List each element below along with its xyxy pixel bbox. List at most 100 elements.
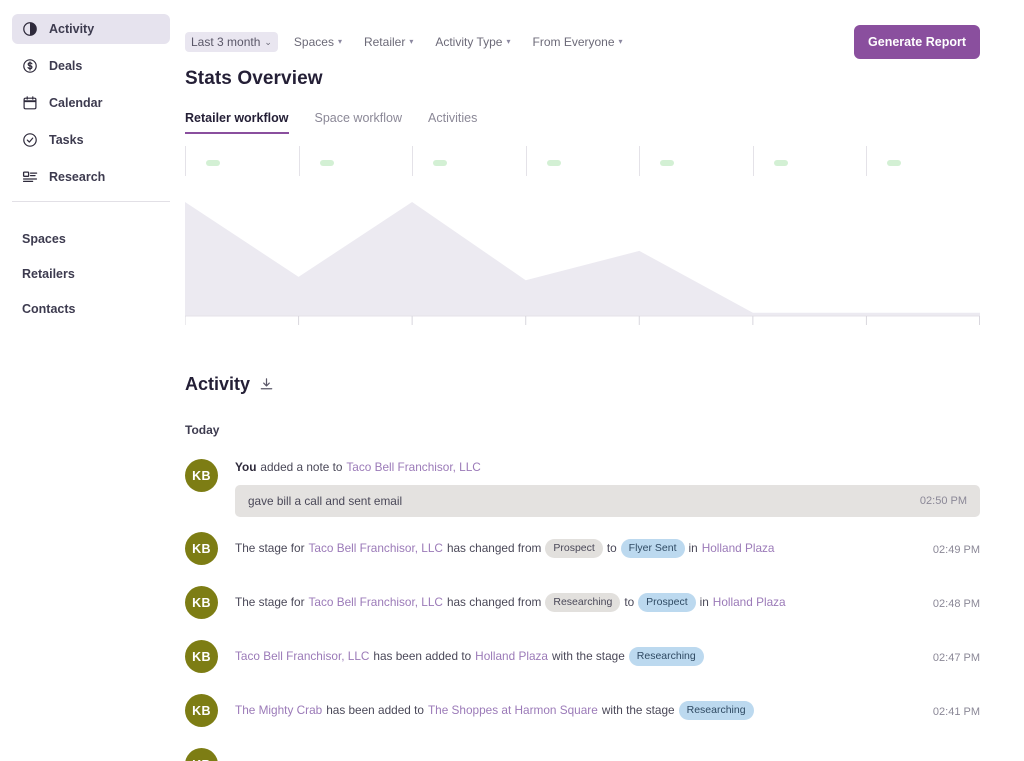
stats-panel	[185, 146, 980, 344]
stat-card	[299, 146, 413, 176]
stat-delta-badge	[887, 160, 901, 166]
activity-text: The stage forTaco Bell Franchisor, LLCha…	[235, 539, 900, 558]
filter-from-everyone[interactable]: From Everyone▾	[527, 32, 629, 52]
stage-pill-to: Flyer Sent	[621, 539, 685, 558]
stat-card	[639, 146, 753, 176]
avatar: KB	[185, 748, 218, 761]
stat-row	[767, 160, 867, 166]
sidebar-item-label: Retailers	[22, 267, 75, 281]
filter-label: Activity Type	[435, 35, 502, 49]
activity-timestamp: 02:47 PM	[917, 650, 980, 664]
activity-text-fragment: has changed from	[447, 594, 541, 612]
caret-down-icon: ▾	[338, 38, 342, 46]
activity-timestamp: 02:41 PM	[917, 704, 980, 718]
activity-pie-icon	[22, 21, 38, 37]
entity-link[interactable]: Holland Plaza	[702, 540, 775, 558]
primary-nav: Activity Deals Calendar Tasks Research	[0, 14, 182, 192]
stat-delta-badge	[206, 160, 220, 166]
activity-timestamp: 02:49 PM	[917, 542, 980, 556]
entity-link[interactable]: The Shoppes at Harmon Square	[428, 702, 598, 720]
activity-body: Youadded a note toTaco Bell Franchisor, …	[235, 459, 980, 517]
filter-label: Spaces	[294, 35, 334, 49]
note-box: gave bill a call and sent email02:50 PM	[235, 485, 980, 517]
activity-group-label: Today	[185, 423, 980, 437]
download-icon[interactable]	[259, 377, 274, 392]
sidebar-item-label: Research	[49, 170, 105, 184]
activity-row[interactable]: KB The Mighty Crabhas been added toThe Sh…	[185, 679, 980, 733]
entity-link[interactable]: Taco Bell Franchisor, LLC	[309, 594, 443, 612]
activity-row[interactable]: KBYouadded a note toTaco Bell Franchisor…	[185, 449, 980, 517]
activity-timestamp: 02:48 PM	[917, 596, 980, 610]
sidebar-item-activity[interactable]: Activity	[12, 14, 170, 44]
generate-report-button[interactable]: Generate Report	[854, 25, 980, 59]
activity-row[interactable]: KBThe stage forTaco Bell Franchisor, LLC…	[185, 517, 980, 571]
stat-delta-badge	[320, 160, 334, 166]
activity-text-fragment: The stage for	[235, 540, 305, 558]
entity-link[interactable]: Holland Plaza	[475, 648, 548, 666]
activity-text-fragment: added a note to	[260, 459, 342, 477]
activity-text-fragment: to	[624, 594, 634, 612]
entity-link[interactable]: Taco Bell Franchisor, LLC	[346, 459, 480, 477]
sidebar-item-label: Contacts	[22, 302, 75, 316]
sidebar-item-spaces[interactable]: Spaces	[12, 226, 170, 252]
activity-timestamp: 02:50 PM	[906, 495, 967, 507]
activity-row[interactable]: KBThe stage forTaco Bell Franchisor, LLC…	[185, 571, 980, 625]
filter-label: Retailer	[364, 35, 405, 49]
stat-row	[540, 160, 640, 166]
tab-retailer-workflow[interactable]: Retailer workflow	[185, 111, 289, 134]
activity-text: Youadded a note toTaco Bell Franchisor, …	[235, 459, 980, 477]
sidebar-item-research[interactable]: Research	[12, 162, 170, 192]
tab-space-workflow[interactable]: Space workflow	[315, 111, 403, 134]
sidebar-item-label: Activity	[49, 22, 94, 36]
filter-retailer[interactable]: Retailer ▾	[358, 32, 419, 52]
sidebar-item-label: Spaces	[22, 232, 66, 246]
entity-link[interactable]: Taco Bell Franchisor, LLC	[235, 648, 369, 666]
activity-feed: KBYouadded a note toTaco Bell Franchisor…	[185, 449, 980, 761]
filter-activity-type[interactable]: Activity Type ▾	[429, 32, 516, 52]
activity-row[interactable]: KB Taco Bell Franchisor, LLChas been adde…	[185, 625, 980, 679]
check-circle-icon	[22, 132, 38, 148]
filter-spaces[interactable]: Spaces ▾	[288, 32, 348, 52]
activity-body: Taco Bell Franchisor, LLChas been added …	[235, 647, 900, 666]
avatar: KB	[185, 694, 218, 727]
stat-cards	[185, 146, 980, 176]
activity-row[interactable]: KB02:41 PM	[185, 733, 980, 761]
sidebar-item-deals[interactable]: Deals	[12, 51, 170, 81]
stage-pill-to: Researching	[679, 701, 754, 720]
sidebar-item-retailers[interactable]: Retailers	[12, 261, 170, 287]
entity-link[interactable]: The Mighty Crab	[235, 702, 322, 720]
sidebar-item-calendar[interactable]: Calendar	[12, 88, 170, 118]
caret-down-icon: ▾	[506, 38, 510, 46]
stat-card	[526, 146, 640, 176]
activity-header: Activity	[185, 374, 980, 395]
entity-link[interactable]: Taco Bell Franchisor, LLC	[309, 540, 443, 558]
sidebar-item-tasks[interactable]: Tasks	[12, 125, 170, 155]
stat-row	[199, 160, 299, 166]
activity-text-fragment: has been added to	[326, 702, 424, 720]
stat-delta-badge	[433, 160, 447, 166]
entity-link[interactable]: Holland Plaza	[713, 594, 786, 612]
tab-activities[interactable]: Activities	[428, 111, 477, 134]
caret-down-icon: ▾	[409, 38, 413, 46]
activity-text-fragment: The stage for	[235, 594, 305, 612]
dollar-circle-icon	[22, 58, 38, 74]
actor-name: You	[235, 459, 256, 477]
stats-overview-section: Stats Overview Retailer workflowSpace wo…	[185, 68, 1024, 344]
activity-body: The Mighty Crabhas been added toThe Shop…	[235, 701, 900, 720]
activity-text-fragment: to	[607, 540, 617, 558]
chevron-down-icon: ⌄	[264, 38, 272, 47]
activity-section: Activity Today KBYouadded a note toTaco …	[182, 374, 1024, 761]
avatar: KB	[185, 640, 218, 673]
sidebar-item-label: Tasks	[49, 133, 84, 147]
activity-text-fragment: has changed from	[447, 540, 541, 558]
filter-last-3-month[interactable]: Last 3 month⌄	[185, 32, 278, 52]
stat-delta-badge	[774, 160, 788, 166]
stat-row	[880, 160, 980, 166]
stage-pill-from: Researching	[545, 593, 620, 612]
stat-delta-badge	[660, 160, 674, 166]
stat-row	[426, 160, 526, 166]
caret-down-icon: ▾	[619, 38, 623, 46]
sidebar-item-contacts[interactable]: Contacts	[12, 296, 170, 322]
stat-row	[653, 160, 753, 166]
activity-text: The stage forTaco Bell Franchisor, LLCha…	[235, 593, 900, 612]
